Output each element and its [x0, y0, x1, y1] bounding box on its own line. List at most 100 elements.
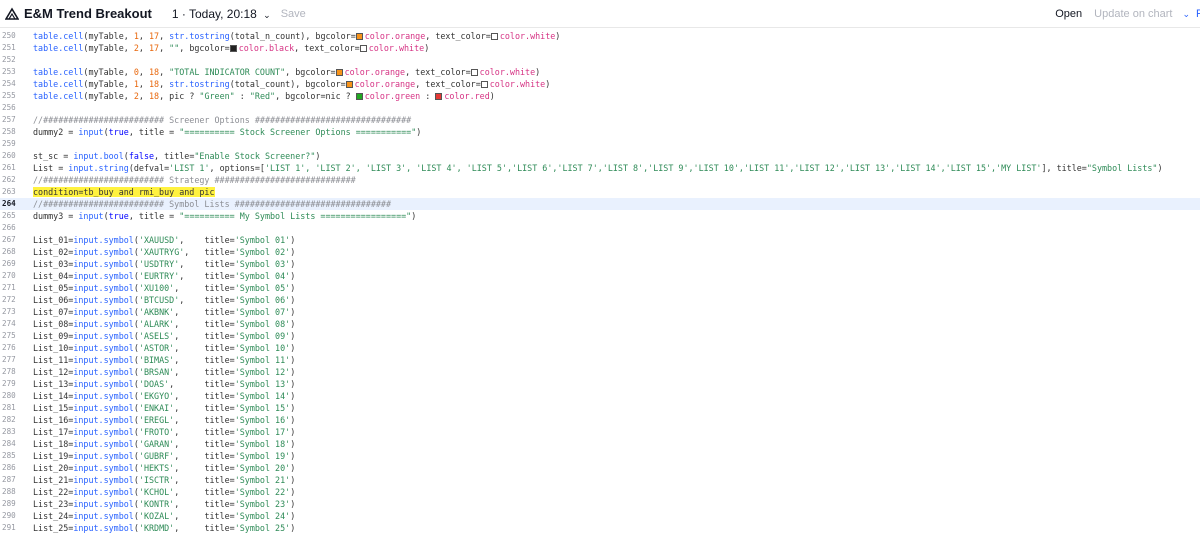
color-swatch-icon[interactable] — [355, 93, 363, 100]
code-line[interactable]: 255 table.cell(myTable, 2, 18, pic ? "Gre… — [0, 90, 1200, 102]
code-line[interactable]: 250 table.cell(myTable, 1, 17, str.tostri… — [0, 30, 1200, 42]
code-line[interactable]: 253 table.cell(myTable, 0, 18, "TOTAL IND… — [0, 66, 1200, 78]
code-line[interactable]: 260 st_sc = input.bool(false, title="Enab… — [0, 150, 1200, 162]
code-line[interactable]: 290 List_24=input.symbol('KOZAL', title='… — [0, 510, 1200, 522]
code-line[interactable]: 289 List_23=input.symbol('KONTR', title='… — [0, 498, 1200, 510]
code-line[interactable]: 257 //######################## Screener O… — [0, 114, 1200, 126]
code-line[interactable]: 273 List_07=input.symbol('AKBNK', title='… — [0, 306, 1200, 318]
code-token: 'EURTRY' — [138, 271, 180, 281]
code-line[interactable]: 256 — [0, 102, 1200, 114]
code-token: , title= — [174, 475, 235, 485]
code-line[interactable]: 276 List_10=input.symbol('ASTOR', title='… — [0, 342, 1200, 354]
code-token: 'KOZAL' — [138, 511, 175, 521]
code-line[interactable]: 281 List_15=input.symbol('ENKAI', title='… — [0, 402, 1200, 414]
code-line[interactable]: 283 List_17=input.symbol('FROTO', title='… — [0, 426, 1200, 438]
code-line[interactable]: 288 List_22=input.symbol('KCHOL', title='… — [0, 486, 1200, 498]
code-line[interactable]: 267 List_01=input.symbol('XAUUSD', title=… — [0, 234, 1200, 246]
code-token: List_17= — [33, 427, 74, 437]
code-line[interactable]: 268 List_02=input.symbol('XAUTRYG', title… — [0, 246, 1200, 258]
code-text: List_02=input.symbol('XAUTRYG', title='S… — [33, 246, 295, 258]
code-line[interactable]: 259 — [0, 138, 1200, 150]
code-line[interactable]: 263 condition=tb_buy and rmi_buy and pic — [0, 186, 1200, 198]
code-line[interactable]: 271 List_05=input.symbol('XU100', title='… — [0, 282, 1200, 294]
code-text: dummy3 = input(true, title = "==========… — [33, 210, 416, 222]
code-line[interactable]: 272 List_06=input.symbol('BTCUSD', title=… — [0, 294, 1200, 306]
code-token: //######################## Strategy ####… — [33, 175, 356, 185]
code-token: color.black — [238, 43, 295, 53]
code-token: "" — [169, 43, 180, 53]
open-button[interactable]: Open — [1055, 8, 1082, 20]
publish-button[interactable]: P — [1196, 8, 1200, 20]
code-text: table.cell(myTable, 2, 18, pic ? "Green"… — [33, 90, 495, 102]
line-number: 254 — [2, 79, 16, 88]
code-token: List_16= — [33, 415, 74, 425]
script-title[interactable]: E&M Trend Breakout — [24, 6, 152, 21]
code-token: ) — [545, 79, 551, 89]
color-swatch-icon[interactable] — [229, 45, 237, 52]
code-token: 'DOAS' — [138, 379, 170, 389]
code-text: List_17=input.symbol('FROTO', title='Sym… — [33, 426, 295, 438]
code-line[interactable]: 278 List_12=input.symbol('BRSAN', title='… — [0, 366, 1200, 378]
code-token: 'Symbol 17' — [234, 427, 291, 437]
version-selector[interactable]: 1 · Today, 20:18 ⌄ — [172, 7, 271, 21]
code-token: , text_color= — [425, 31, 491, 41]
line-number: 273 — [2, 307, 16, 316]
color-swatch-icon[interactable] — [345, 81, 353, 88]
color-swatch-icon[interactable] — [490, 33, 498, 40]
code-token: List_09= — [33, 331, 74, 341]
code-line[interactable]: 279 List_13=input.symbol('DOAS', title='S… — [0, 378, 1200, 390]
code-line[interactable]: 277 List_11=input.symbol('BIMAS', title='… — [0, 354, 1200, 366]
code-line[interactable]: 269 List_03=input.symbol('USDTRY', title=… — [0, 258, 1200, 270]
color-swatch-icon[interactable] — [335, 69, 343, 76]
color-swatch-icon[interactable] — [470, 69, 478, 76]
code-token: 'BTCUSD' — [138, 295, 180, 305]
code-text: List_12=input.symbol('BRSAN', title='Sym… — [33, 366, 295, 378]
code-token: 'Symbol 03' — [234, 259, 291, 269]
code-token: color.white — [489, 79, 546, 89]
code-line[interactable]: 264 //######################## Symbol Lis… — [0, 198, 1200, 210]
line-number: 274 — [2, 319, 16, 328]
code-line[interactable]: 258 dummy2 = input(true, title = "=======… — [0, 126, 1200, 138]
code-line[interactable]: 270 List_04=input.symbol('EURTRY', title=… — [0, 270, 1200, 282]
code-line[interactable]: 275 List_09=input.symbol('ASELS', title='… — [0, 330, 1200, 342]
code-line[interactable]: 261 List = input.string(defval='LIST 1', … — [0, 162, 1200, 174]
line-number: 276 — [2, 343, 16, 352]
code-token: 'Symbol 05' — [234, 283, 291, 293]
color-swatch-icon[interactable] — [435, 93, 443, 100]
code-line[interactable]: 285 List_19=input.symbol('GUBRF', title='… — [0, 450, 1200, 462]
code-line[interactable]: 254 table.cell(myTable, 1, 18, str.tostri… — [0, 78, 1200, 90]
code-line[interactable]: 274 List_08=input.symbol('ALARK', title='… — [0, 318, 1200, 330]
code-line[interactable]: 282 List_16=input.symbol('EREGL', title='… — [0, 414, 1200, 426]
save-button[interactable]: Save — [281, 8, 306, 20]
line-number: 286 — [2, 463, 16, 472]
code-line[interactable]: 286 List_20=input.symbol('HEKTS', title='… — [0, 462, 1200, 474]
update-on-chart-button[interactable]: Update on chart — [1094, 8, 1172, 20]
code-line[interactable]: 284 List_18=input.symbol('GARAN', title='… — [0, 438, 1200, 450]
line-number: 281 — [2, 403, 16, 412]
code-token: 'Symbol 21' — [234, 475, 291, 485]
code-editor[interactable]: 250 table.cell(myTable, 1, 17, str.tostri… — [0, 30, 1200, 533]
code-line[interactable]: 265 dummy3 = input(true, title = "=======… — [0, 210, 1200, 222]
code-line[interactable]: 280 List_14=input.symbol('EKGYO', title='… — [0, 390, 1200, 402]
code-line[interactable]: 291 List_25=input.symbol('KRDMD', title='… — [0, 522, 1200, 533]
code-token: List_25= — [33, 523, 74, 533]
code-token: ) — [416, 127, 422, 137]
color-swatch-icon[interactable] — [480, 81, 488, 88]
code-line[interactable]: 266 — [0, 222, 1200, 234]
code-line[interactable]: 252 — [0, 54, 1200, 66]
code-token: 'LIST 1' — [169, 163, 210, 173]
line-number: 261 — [2, 163, 16, 172]
code-token: ) — [290, 343, 296, 353]
code-token: input.symbol — [73, 331, 134, 341]
code-line[interactable]: 287 List_21=input.symbol('ISCTR', title='… — [0, 474, 1200, 486]
code-token: (myTable, — [83, 91, 134, 101]
color-swatch-icon[interactable] — [359, 45, 367, 52]
code-token: , title= — [174, 523, 235, 533]
chevron-down-icon[interactable]: ⌄ — [1182, 9, 1190, 20]
code-line[interactable]: 251 table.cell(myTable, 2, 17, "", bgcolo… — [0, 42, 1200, 54]
code-token: List_13= — [33, 379, 74, 389]
line-number: 260 — [2, 151, 16, 160]
code-token: input.symbol — [73, 415, 134, 425]
color-swatch-icon[interactable] — [355, 33, 363, 40]
code-line[interactable]: 262 //######################## Strategy #… — [0, 174, 1200, 186]
